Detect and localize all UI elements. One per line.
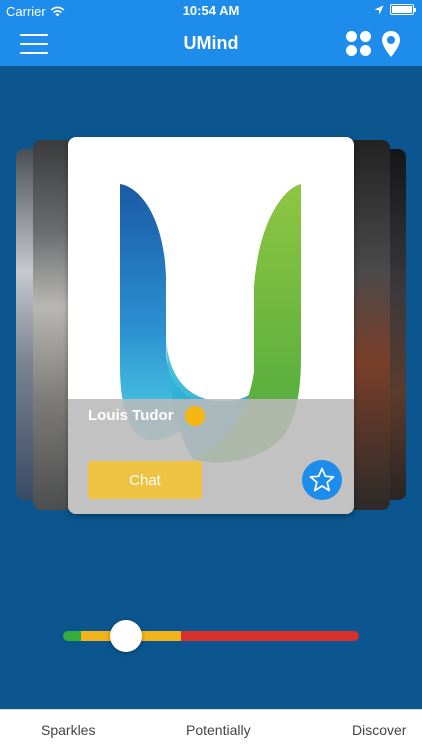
profile-name: Louis Tudor <box>88 407 174 424</box>
status-bar: Carrier 10:54 AM <box>0 0 422 22</box>
grid-icon[interactable] <box>346 31 372 57</box>
nav-bar: UMind <box>0 22 422 66</box>
location-arrow-icon <box>374 5 384 14</box>
chat-button[interactable]: Chat <box>88 461 202 499</box>
location-pin-icon[interactable] <box>380 30 402 58</box>
star-icon <box>309 467 335 492</box>
slider-thumb[interactable] <box>110 620 143 652</box>
tab-discover[interactable]: Discover <box>352 722 406 738</box>
favorite-button[interactable] <box>302 460 342 500</box>
profile-card[interactable]: Louis Tudor Chat <box>68 137 354 514</box>
status-time: 10:54 AM <box>182 3 240 18</box>
match-slider[interactable] <box>63 620 359 652</box>
tab-bar: Sparkles Potentially Discover <box>0 709 422 750</box>
slider-segment-green <box>63 631 81 641</box>
battery-icon <box>390 4 416 15</box>
slider-segment-red <box>181 631 359 641</box>
tab-sparkles[interactable]: Sparkles <box>41 722 95 738</box>
status-right <box>374 4 416 15</box>
tab-potentially[interactable]: Potentially <box>186 722 251 738</box>
status-indicator-dot <box>185 406 205 426</box>
